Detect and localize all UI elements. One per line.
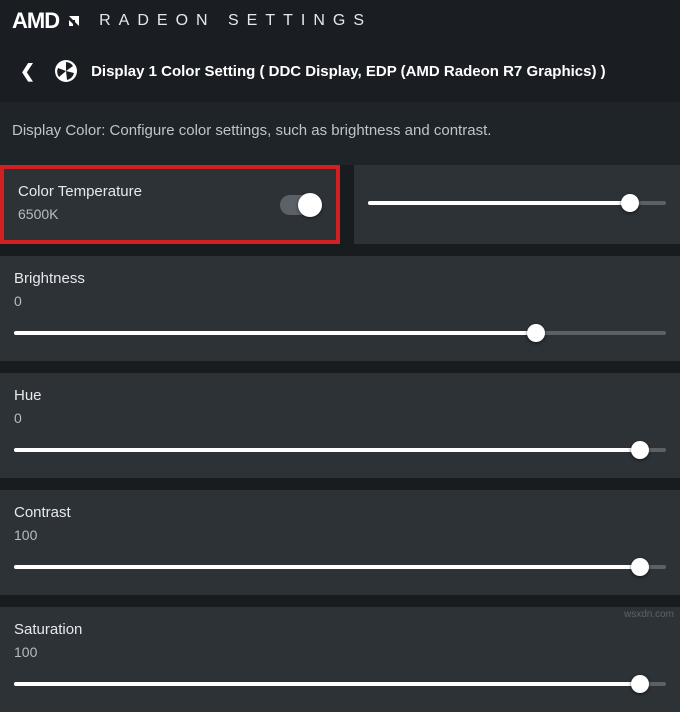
saturation-slider[interactable] (14, 674, 666, 694)
contrast-value: 100 (14, 527, 666, 543)
breadcrumb-text: Display 1 Color Setting ( DDC Display, E… (91, 63, 606, 80)
color-temperature-toggle[interactable] (280, 195, 320, 215)
color-temperature-slider[interactable] (368, 193, 666, 213)
saturation-value: 100 (14, 644, 666, 660)
amd-arrow-icon (65, 12, 83, 30)
app-title: RADEON SETTINGS (99, 12, 372, 30)
row-contrast: Contrast 100 (0, 490, 680, 595)
row-hue: Hue 0 (0, 373, 680, 478)
contrast-label: Contrast (14, 504, 666, 521)
contrast-slider[interactable] (14, 557, 666, 577)
hue-slider[interactable] (14, 440, 666, 460)
breadcrumb: ❮ Display 1 Color Setting ( DDC Display,… (0, 44, 680, 102)
row-saturation: Saturation 100 (0, 607, 680, 712)
hue-value: 0 (14, 410, 666, 426)
brightness-value: 0 (14, 293, 666, 309)
amd-logo-text: AMD (12, 8, 59, 34)
page-description: Display Color: Configure color settings,… (0, 102, 680, 165)
amd-logo: AMD (12, 8, 83, 34)
radeon-icon (53, 58, 79, 84)
color-temperature-panel: Color Temperature 6500K (0, 165, 340, 244)
toggle-knob-icon (298, 193, 322, 217)
back-button[interactable]: ❮ (14, 59, 41, 84)
brightness-label: Brightness (14, 270, 666, 287)
hue-label: Hue (14, 387, 666, 404)
settings-list: Color Temperature 6500K Brightness 0 Hue… (0, 165, 680, 712)
row-brightness: Brightness 0 (0, 256, 680, 361)
color-temperature-slider-panel (354, 165, 680, 244)
color-temperature-value: 6500K (18, 206, 322, 222)
saturation-label: Saturation (14, 621, 666, 638)
color-temperature-label: Color Temperature (18, 183, 322, 200)
row-color-temperature: Color Temperature 6500K (0, 165, 680, 244)
brightness-slider[interactable] (14, 323, 666, 343)
titlebar: AMD RADEON SETTINGS (0, 0, 680, 44)
watermark: wsxdn.com (624, 609, 674, 620)
